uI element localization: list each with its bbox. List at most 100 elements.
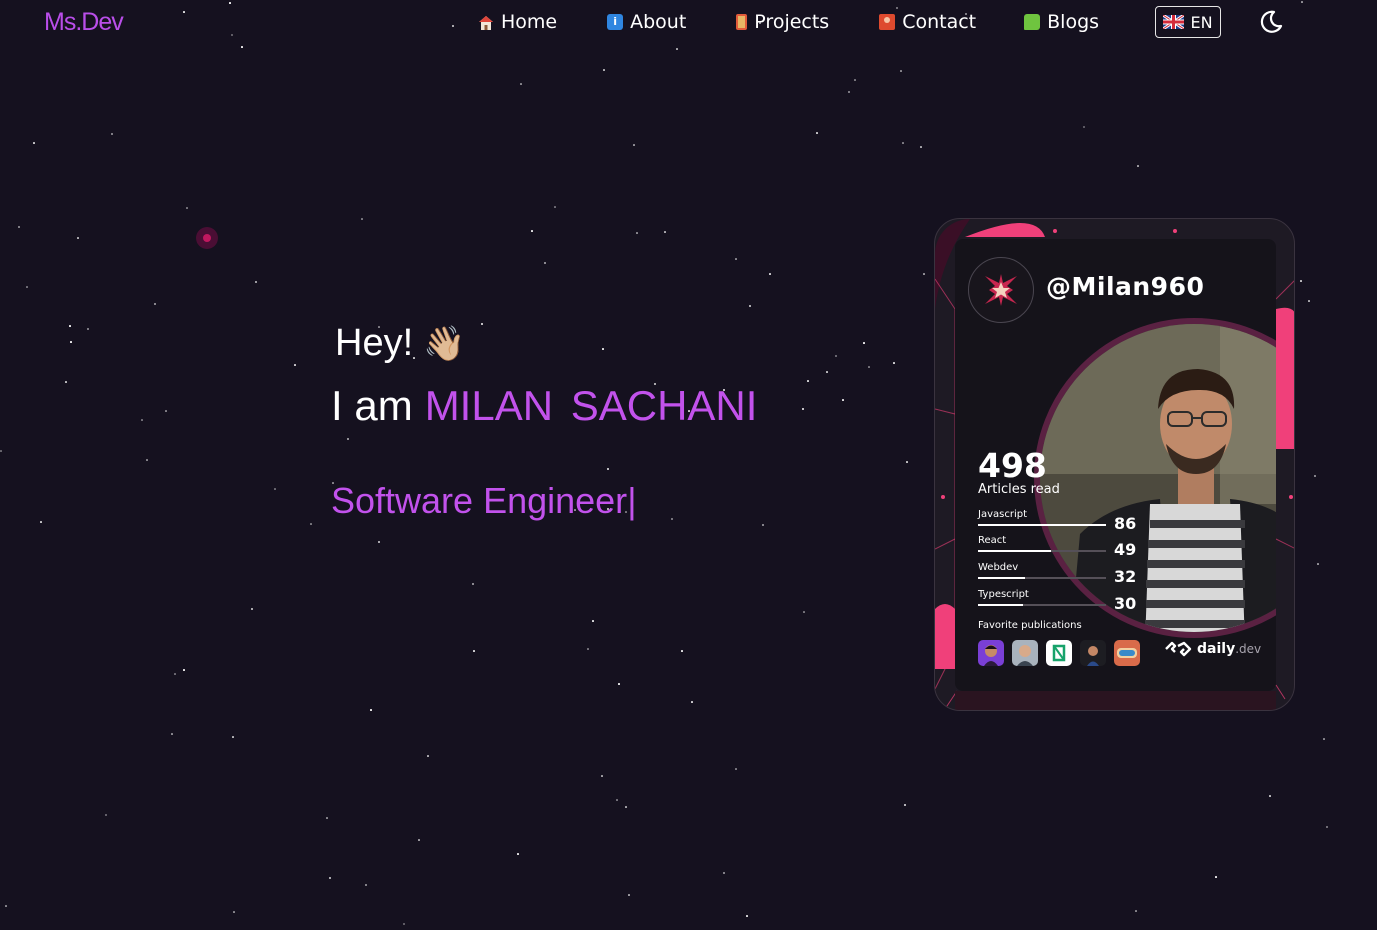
daily-dev-wordmark: daily bbox=[1197, 641, 1236, 657]
star bbox=[602, 348, 604, 350]
star bbox=[154, 303, 156, 305]
star bbox=[361, 218, 363, 220]
nav-home[interactable]: Home bbox=[478, 11, 557, 33]
daily-dev-logo-icon bbox=[1165, 641, 1192, 657]
tag-row-typescript: Typescript 30 bbox=[978, 589, 1168, 615]
language-label: EN bbox=[1190, 12, 1213, 32]
nav-home-label: Home bbox=[501, 11, 558, 33]
star bbox=[1326, 826, 1328, 828]
star bbox=[735, 258, 737, 260]
tag-progress-fill bbox=[978, 524, 1106, 526]
star bbox=[664, 231, 666, 233]
star bbox=[473, 650, 475, 652]
star bbox=[854, 79, 856, 81]
star bbox=[802, 408, 804, 410]
star bbox=[826, 371, 828, 373]
star bbox=[1269, 795, 1271, 797]
publication-avatar[interactable] bbox=[978, 640, 1004, 666]
star bbox=[18, 226, 20, 228]
star bbox=[452, 25, 454, 27]
star bbox=[403, 923, 405, 925]
theme-toggle-button[interactable] bbox=[1258, 9, 1284, 35]
tag-row-react: React 49 bbox=[978, 535, 1168, 561]
publication-avatar[interactable] bbox=[1012, 640, 1038, 666]
star bbox=[1300, 280, 1302, 282]
star bbox=[554, 206, 556, 208]
tag-row-javascript: Javascript 86 bbox=[978, 509, 1168, 535]
devcard-avatar bbox=[968, 257, 1034, 323]
star bbox=[26, 286, 28, 288]
nav-contact-label: Contact bbox=[902, 11, 977, 33]
star bbox=[848, 91, 850, 93]
star bbox=[923, 273, 925, 275]
star bbox=[807, 380, 809, 382]
star bbox=[481, 323, 483, 325]
star bbox=[105, 814, 107, 816]
contact-book-icon bbox=[879, 14, 896, 30]
star bbox=[1301, 1, 1303, 3]
role-text: Software Engineer bbox=[331, 480, 628, 521]
star bbox=[365, 884, 367, 886]
hero-role: Software Engineer| bbox=[331, 480, 637, 522]
star bbox=[255, 281, 257, 283]
star bbox=[165, 410, 167, 412]
star bbox=[587, 648, 589, 650]
tag-progress-track bbox=[978, 577, 1106, 579]
star bbox=[0, 450, 2, 452]
star bbox=[33, 142, 35, 144]
star bbox=[893, 362, 895, 364]
typing-cursor: | bbox=[627, 480, 637, 521]
star bbox=[274, 488, 276, 490]
favorite-publications-label: Favorite publications bbox=[978, 620, 1082, 631]
site-logo[interactable]: Ms.Dev bbox=[44, 8, 124, 37]
star bbox=[723, 872, 725, 874]
devcard-body: @Milan960 498 Articles read Javascript 8… bbox=[955, 239, 1276, 691]
nav-projects[interactable]: Projects bbox=[736, 11, 829, 33]
daily-dev-brand[interactable]: daily .dev bbox=[1164, 641, 1261, 657]
tag-progress-fill bbox=[978, 604, 1023, 606]
hero-intro: I am MILAN SACHANI bbox=[331, 382, 757, 430]
star bbox=[671, 518, 673, 520]
nav-blogs[interactable]: Blogs bbox=[1024, 11, 1099, 33]
star bbox=[607, 468, 609, 470]
tag-count: 32 bbox=[1114, 567, 1137, 586]
daily-dev-suffix: .dev bbox=[1235, 642, 1262, 656]
devcard[interactable]: @Milan960 498 Articles read Javascript 8… bbox=[934, 218, 1295, 711]
star bbox=[616, 799, 618, 801]
publication-avatar[interactable] bbox=[1114, 640, 1140, 666]
star bbox=[601, 775, 603, 777]
star bbox=[65, 381, 67, 383]
mobile-phone-icon bbox=[736, 14, 748, 30]
star bbox=[863, 342, 865, 344]
tag-count: 30 bbox=[1114, 594, 1137, 613]
tag-progress-fill bbox=[978, 550, 1051, 552]
decorative-dot bbox=[196, 227, 218, 249]
tag-row-webdev: Webdev 32 bbox=[978, 562, 1168, 588]
star bbox=[769, 273, 771, 275]
star bbox=[904, 804, 906, 806]
star bbox=[40, 521, 42, 523]
tag-progress-track bbox=[978, 524, 1106, 526]
star bbox=[636, 232, 638, 234]
language-switcher[interactable]: EN bbox=[1155, 6, 1221, 38]
nav-about[interactable]: About bbox=[607, 11, 686, 33]
star bbox=[171, 733, 173, 735]
publication-avatar[interactable] bbox=[1080, 640, 1106, 666]
nav-about-label: About bbox=[630, 11, 687, 33]
star bbox=[920, 146, 922, 148]
star bbox=[294, 364, 296, 366]
star bbox=[233, 911, 235, 913]
greeting-text: Hey! bbox=[335, 322, 414, 364]
house-icon bbox=[478, 14, 494, 30]
star bbox=[746, 915, 748, 917]
star bbox=[231, 34, 233, 36]
info-icon bbox=[607, 14, 624, 30]
publication-logo[interactable] bbox=[1046, 640, 1072, 666]
star bbox=[310, 523, 312, 525]
star bbox=[1083, 126, 1085, 128]
star bbox=[1317, 563, 1319, 565]
nav-contact[interactable]: Contact bbox=[879, 11, 976, 33]
star bbox=[625, 806, 627, 808]
star bbox=[803, 611, 805, 613]
star bbox=[326, 817, 328, 819]
